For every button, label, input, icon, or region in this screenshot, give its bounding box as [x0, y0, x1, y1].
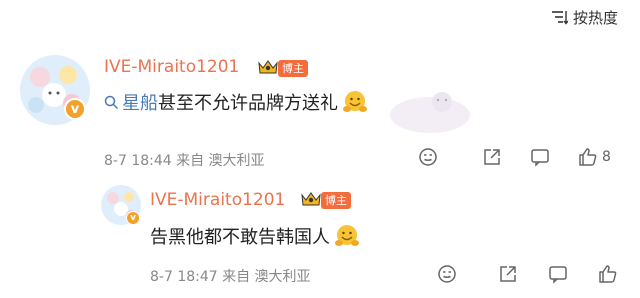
comment-meta: 8-7 18:44 来自 澳大利亚: [104, 153, 265, 169]
sort-label: 按热度: [572, 8, 618, 27]
smiley-icon: [438, 265, 456, 283]
decorative-background-icon: [380, 80, 480, 144]
hugging-emoji-icon: [334, 223, 360, 249]
blogger-tag: 博主: [321, 192, 351, 209]
hugging-emoji-icon: [342, 89, 368, 115]
emoji-reaction-button[interactable]: [418, 147, 438, 167]
share-icon: [500, 266, 516, 282]
thumbs-up-icon: [599, 265, 617, 283]
crown-icon: [257, 58, 279, 80]
thumbs-up-icon: [579, 148, 597, 166]
reply-text: 告黑他都不敢告韩国人: [150, 223, 360, 249]
comment-icon: [549, 266, 567, 284]
like-button[interactable]: [598, 264, 618, 284]
topic-label: 星船: [122, 93, 158, 114]
crown-icon: [300, 190, 322, 212]
blogger-tag: 博主: [278, 60, 308, 77]
reply-username[interactable]: IVE-Miraito1201: [150, 190, 285, 210]
share-icon: [484, 149, 500, 165]
reply-button[interactable]: [530, 147, 550, 167]
like-button[interactable]: 8: [578, 147, 611, 167]
topic-link[interactable]: 星船: [104, 89, 158, 115]
emoji-reaction-button[interactable]: [437, 264, 457, 284]
comment-body: 甚至不允许品牌方送礼: [158, 93, 338, 114]
share-button[interactable]: [498, 264, 518, 284]
sort-by-hot-button[interactable]: 按热度: [550, 4, 618, 30]
smiley-icon: [419, 148, 437, 166]
like-count: 8: [602, 149, 611, 165]
verified-badge-icon: v: [126, 211, 140, 225]
comment-text: 星船 甚至不允许品牌方送礼: [104, 89, 368, 115]
reply-meta: 8-7 18:47 来自 澳大利亚: [150, 269, 311, 285]
verified-badge-icon: v: [64, 98, 86, 120]
reply-body: 告黑他都不敢告韩国人: [150, 227, 330, 248]
search-icon: [104, 95, 119, 109]
share-button[interactable]: [482, 147, 502, 167]
comment-icon: [531, 149, 549, 167]
sort-icon: [550, 9, 568, 25]
reply-button[interactable]: [548, 264, 568, 284]
username[interactable]: IVE-Miraito1201: [104, 57, 239, 77]
